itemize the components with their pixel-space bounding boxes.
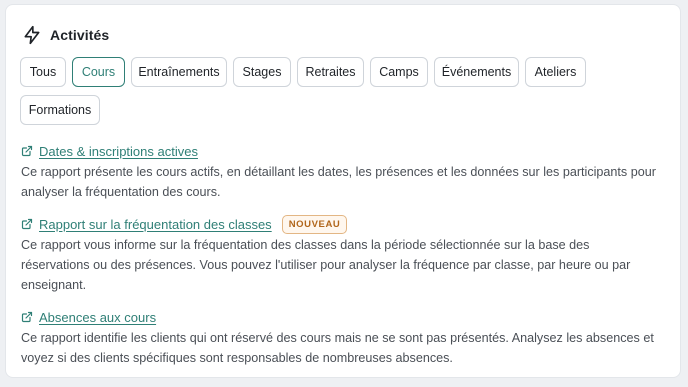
filter-chip-formations[interactable]: Formations <box>20 95 100 125</box>
report-item: Dates & inscriptions actives Ce rapport … <box>21 141 671 202</box>
filter-chip-entrainements[interactable]: Entraînements <box>131 57 227 87</box>
filter-chip-evenements[interactable]: Événements <box>434 57 519 87</box>
section-header: Activités <box>22 25 109 45</box>
filter-chip-cours[interactable]: Cours <box>72 57 125 87</box>
filter-chip-ateliers[interactable]: Ateliers <box>525 57 586 87</box>
section-title: Activités <box>50 27 110 43</box>
report-description: Ce rapport vous informe sur la fréquenta… <box>21 238 631 292</box>
filter-chip-stages[interactable]: Stages <box>233 57 291 87</box>
filter-chip-retraites[interactable]: Retraites <box>297 57 364 87</box>
external-link-icon[interactable] <box>21 145 33 157</box>
report-description: Ce rapport présente les cours actifs, en… <box>21 165 656 199</box>
report-item: Rapport sur la fréquentation des classes… <box>21 214 671 295</box>
new-badge: NOUVEAU <box>281 214 348 234</box>
report-item: Absences aux cours Ce rapport identifie … <box>21 307 671 368</box>
external-link-icon[interactable] <box>21 311 33 323</box>
external-link-icon[interactable] <box>21 218 33 230</box>
filter-chip-camps[interactable]: Camps <box>370 57 428 87</box>
report-link-dates-inscriptions[interactable]: Dates & inscriptions actives <box>39 144 198 159</box>
lightning-bolt-icon <box>22 25 42 45</box>
report-description: Ce rapport identifie les clients qui ont… <box>21 331 654 365</box>
report-link-absences-cours[interactable]: Absences aux cours <box>39 310 156 325</box>
activities-card: Activités Tous Cours Entraînements Stage… <box>5 4 681 378</box>
filter-chip-tous[interactable]: Tous <box>20 57 66 87</box>
report-link-frequentation-classes[interactable]: Rapport sur la fréquentation des classes <box>39 217 272 232</box>
